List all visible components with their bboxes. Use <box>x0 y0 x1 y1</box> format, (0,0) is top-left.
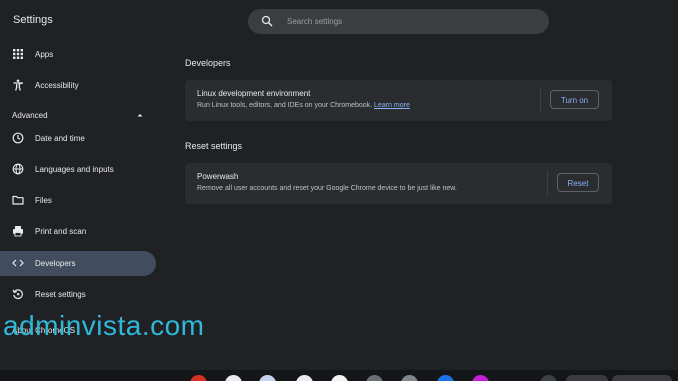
watermark-text: adminvista.com <box>3 310 205 341</box>
developers-card: Linux development environment Run Linux … <box>185 80 612 121</box>
reset-icon <box>12 289 23 300</box>
divider <box>547 171 548 196</box>
sidebar-item-label: Apps <box>35 50 54 59</box>
powerwash-description: Remove all user accounts and reset your … <box>197 185 457 192</box>
folder-icon <box>12 195 24 205</box>
chevron-up-icon[interactable] <box>136 111 144 119</box>
code-brackets-icon <box>12 259 24 267</box>
sidebar-item-print-and-scan[interactable]: Print and scan <box>0 219 156 244</box>
shelf-status-pill[interactable] <box>612 375 672 381</box>
shelf-app-icon[interactable] <box>472 375 489 381</box>
shelf-app-icon[interactable] <box>366 375 383 381</box>
search-icon <box>261 15 273 27</box>
sidebar-item-accessibility[interactable]: Accessibility <box>0 73 156 98</box>
search-box[interactable] <box>248 9 549 34</box>
learn-more-link[interactable]: Learn more <box>374 102 410 109</box>
shelf-app-icon[interactable] <box>437 375 454 381</box>
shelf-app-icon[interactable] <box>190 375 207 381</box>
sidebar-item-date-and-time[interactable]: Date and time <box>0 126 156 151</box>
sidebar-item-reset-settings[interactable]: Reset settings <box>0 282 156 307</box>
app-title: Settings <box>13 14 53 26</box>
top-bar: Settings <box>0 0 678 40</box>
linux-env-description-text: Run Linux tools, editors, and IDEs on yo… <box>197 102 373 109</box>
sidebar-item-files[interactable]: Files <box>0 188 156 213</box>
sidebar-item-developers[interactable]: Developers <box>0 251 156 276</box>
reset-button[interactable]: Reset <box>557 173 599 192</box>
sidebar-item-languages-and-inputs[interactable]: Languages and inputs <box>0 157 156 182</box>
shelf <box>0 370 678 381</box>
shelf-app-icon[interactable] <box>331 375 348 381</box>
powerwash-title: Powerwash <box>197 172 239 181</box>
sidebar-item-label: Languages and inputs <box>35 165 114 174</box>
sidebar-item-label: Reset settings <box>35 290 86 299</box>
linux-env-title: Linux development environment <box>197 89 311 98</box>
globe-icon <box>12 163 24 175</box>
reset-card: Powerwash Remove all user accounts and r… <box>185 163 612 204</box>
divider <box>540 88 541 113</box>
sidebar-item-label: Developers <box>35 259 76 268</box>
apps-grid-icon <box>13 49 23 59</box>
reset-section-title: Reset settings <box>185 141 243 151</box>
shelf-app-icon[interactable] <box>296 375 313 381</box>
search-input[interactable] <box>287 9 527 34</box>
linux-env-description: Run Linux tools, editors, and IDEs on yo… <box>197 102 410 109</box>
turn-on-button[interactable]: Turn on <box>550 90 599 109</box>
clock-icon <box>12 132 24 144</box>
accessibility-person-icon <box>13 79 24 91</box>
shelf-app-icon[interactable] <box>401 375 418 381</box>
sidebar-item-label: Date and time <box>35 134 85 143</box>
shelf-app-icon[interactable] <box>225 375 242 381</box>
developers-section-title: Developers <box>185 58 231 68</box>
sidebar-item-label: Files <box>35 196 52 205</box>
advanced-section-toggle[interactable]: Advanced <box>12 111 48 120</box>
sidebar-item-label: Accessibility <box>35 81 79 90</box>
sidebar-item-label: Print and scan <box>35 227 87 236</box>
shelf-app-icon[interactable] <box>540 375 557 381</box>
printer-icon <box>13 226 23 237</box>
main-content: Developers Linux development environment… <box>170 40 678 370</box>
shelf-status-pill[interactable] <box>566 375 608 381</box>
sidebar-item-apps[interactable]: Apps <box>0 42 156 67</box>
shelf-app-icon[interactable] <box>259 375 276 381</box>
